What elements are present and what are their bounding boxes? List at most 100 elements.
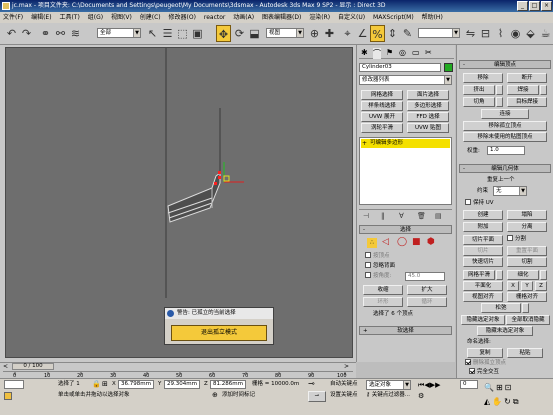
next-frame-icon[interactable]: >	[344, 363, 352, 370]
ffd-select-button[interactable]: FFD 选择	[407, 112, 449, 122]
select-object-icon[interactable]: ↖	[145, 25, 160, 42]
patch-select-button[interactable]: 面片选择	[407, 90, 449, 100]
extrude-button[interactable]: 挤出	[463, 85, 495, 95]
uvw-map-button[interactable]: UVW 贴图	[407, 123, 449, 133]
turbosmooth-button[interactable]: 涡轮平滑	[361, 123, 403, 133]
pivot-center-icon[interactable]: ⊕	[307, 25, 322, 42]
move-gizmo-icon[interactable]	[223, 162, 244, 183]
planarize-button[interactable]: 平面化	[463, 281, 503, 291]
show-end-result-icon[interactable]: ‖	[381, 210, 385, 222]
select-manipulate-icon[interactable]: ✚	[322, 25, 337, 42]
view-align-button[interactable]: 视图对齐	[463, 292, 503, 302]
track-bar[interactable]: 0 10 20 30 40 50 60 70 80 90 100	[3, 371, 353, 379]
vertex-level-icon[interactable]: ∴	[367, 238, 377, 248]
absolute-mode-icon[interactable]: ⊞	[102, 380, 108, 388]
key-filter-dropdown[interactable]: 选定对象 ▼	[366, 380, 411, 390]
loop-button[interactable]: 循环	[407, 297, 447, 307]
select-and-scale-icon[interactable]: ⬓	[247, 25, 262, 42]
add-time-tag[interactable]: 添加时间标记	[222, 391, 255, 400]
time-config-icon[interactable]: ⚙	[418, 392, 438, 402]
weld-button[interactable]: 焊接	[507, 85, 539, 95]
unwrap-uvw-button[interactable]: UVW 展开	[361, 112, 403, 122]
menu-reactor[interactable]: reactor	[201, 14, 229, 21]
lock-selection-icon[interactable]: 🔒	[92, 380, 101, 388]
menu-graph-editors[interactable]: 图表编辑器(D)	[259, 14, 304, 21]
relax-button[interactable]: 松弛	[481, 303, 521, 313]
make-unique-icon[interactable]: ∀	[399, 210, 404, 222]
modifier-list-dropdown[interactable]: 修改器列表 ▼	[359, 75, 452, 85]
remove-unused-map-verts-button[interactable]: 移除未使用的贴图顶点	[463, 132, 547, 142]
select-and-move-icon[interactable]: ✥	[216, 25, 231, 42]
cut-button[interactable]: 切割	[507, 257, 547, 267]
align-icon[interactable]: ⊟	[478, 25, 493, 42]
planarize-z-button[interactable]: Z	[535, 281, 547, 291]
mirror-icon[interactable]: ⇋	[463, 25, 478, 42]
menu-animation[interactable]: 动画(A)	[230, 14, 257, 21]
detach-button[interactable]: 分离	[507, 222, 547, 232]
menu-edit[interactable]: 编辑(E)	[28, 14, 54, 21]
element-level-icon[interactable]: ⬢	[427, 237, 435, 247]
edge-level-icon[interactable]: ◁	[382, 237, 389, 247]
menu-customize[interactable]: 自定义(U)	[335, 14, 368, 21]
cylinder-segment[interactable]	[167, 172, 221, 223]
material-editor-icon[interactable]: ◉	[508, 25, 523, 42]
create-tab-icon[interactable]: ✱	[361, 48, 368, 57]
grab-viewport-icon[interactable]	[4, 392, 12, 400]
bind-space-warp-icon[interactable]: ≋	[68, 25, 83, 42]
display-tab-icon[interactable]: ▭	[412, 48, 420, 57]
selection-filter-dropdown[interactable]: 全部 ▼	[97, 28, 141, 38]
edit-named-selection-icon[interactable]: ✎	[400, 25, 415, 42]
menu-maxscript[interactable]: MAXScript(M)	[370, 14, 417, 21]
connect-button[interactable]: 连接	[481, 109, 529, 119]
quickslice-button[interactable]: 快速切片	[463, 257, 503, 267]
create-button[interactable]: 创建	[463, 210, 503, 220]
preserve-uv-checkbox[interactable]: 保持 UV	[465, 198, 494, 207]
hide-unselected-button[interactable]: 隐藏未选定对象	[477, 326, 533, 336]
hierarchy-tab-icon[interactable]: ⚑	[386, 48, 393, 57]
weight-spinner[interactable]: 1.0	[487, 146, 525, 155]
edit-vertices-rollout-header[interactable]: - 编辑顶点	[459, 60, 551, 69]
modify-tab-icon[interactable]: ⌒	[373, 48, 381, 59]
remove-isolated-vertices-button[interactable]: 移除孤立顶点	[463, 121, 547, 131]
constraints-dropdown[interactable]: 无 ▼	[493, 186, 527, 196]
menu-modifiers[interactable]: 修改器(O)	[166, 14, 199, 21]
poly-select-button[interactable]: 多边形选择	[407, 101, 449, 111]
reference-coordinate-dropdown[interactable]: 视图 ▼	[266, 28, 304, 38]
zoom-extents-icon[interactable]: ⊡	[505, 383, 514, 392]
field-of-view-icon[interactable]: ◭	[484, 397, 492, 406]
break-button[interactable]: 断开	[507, 73, 547, 83]
unlink-icon[interactable]: ⚯	[53, 25, 68, 42]
zoom-icon[interactable]: 🔍	[484, 383, 496, 392]
by-vertex-checkbox[interactable]: 按顶点	[365, 251, 390, 260]
object-name-field[interactable]: Cylinder03	[359, 63, 441, 72]
polygon-level-icon[interactable]: ■	[412, 237, 421, 247]
paste-button[interactable]: 粘贴	[507, 348, 543, 358]
ignore-backfacing-checkbox[interactable]: 忽略背面	[365, 261, 395, 270]
grow-button[interactable]: 扩大	[407, 285, 447, 295]
undo-icon[interactable]: ↶	[4, 25, 19, 42]
current-frame-field[interactable]: 0	[460, 380, 478, 389]
z-coordinate-field[interactable]: 81.286mm	[210, 380, 246, 389]
split-checkbox[interactable]: 分割	[507, 234, 526, 243]
set-key-icon[interactable]: ⊸	[308, 391, 326, 402]
collapse-button[interactable]: 塌陷	[507, 210, 547, 220]
menu-group[interactable]: 组(G)	[85, 14, 106, 21]
maxscript-listener-mini[interactable]	[4, 380, 24, 389]
key-icon[interactable]: ⊸	[308, 379, 315, 388]
menu-rendering[interactable]: 渲染(R)	[306, 14, 333, 21]
y-coordinate-field[interactable]: 29.304mm	[164, 380, 200, 389]
edit-geometry-rollout-header[interactable]: - 编辑几何体	[459, 164, 551, 173]
maximize-button[interactable]: □	[529, 1, 540, 11]
time-slider-thumb[interactable]: 0 / 100	[12, 363, 54, 370]
attach-button[interactable]: 附加	[463, 222, 503, 232]
spinner-snap-icon[interactable]: ⇕	[385, 25, 400, 42]
weld-settings-button[interactable]	[540, 85, 547, 95]
copy-button[interactable]: 复制	[467, 348, 503, 358]
reset-plane-button[interactable]: 重置平面	[507, 246, 547, 256]
grid-align-button[interactable]: 栅格对齐	[507, 292, 547, 302]
render-scene-icon[interactable]: ⬙	[523, 25, 538, 42]
planarize-x-button[interactable]: X	[507, 281, 519, 291]
menu-tools[interactable]: 工具(T)	[56, 14, 82, 21]
prev-frame-icon[interactable]: <	[3, 363, 11, 370]
soft-selection-rollout-header[interactable]: + 软选择	[359, 326, 452, 335]
